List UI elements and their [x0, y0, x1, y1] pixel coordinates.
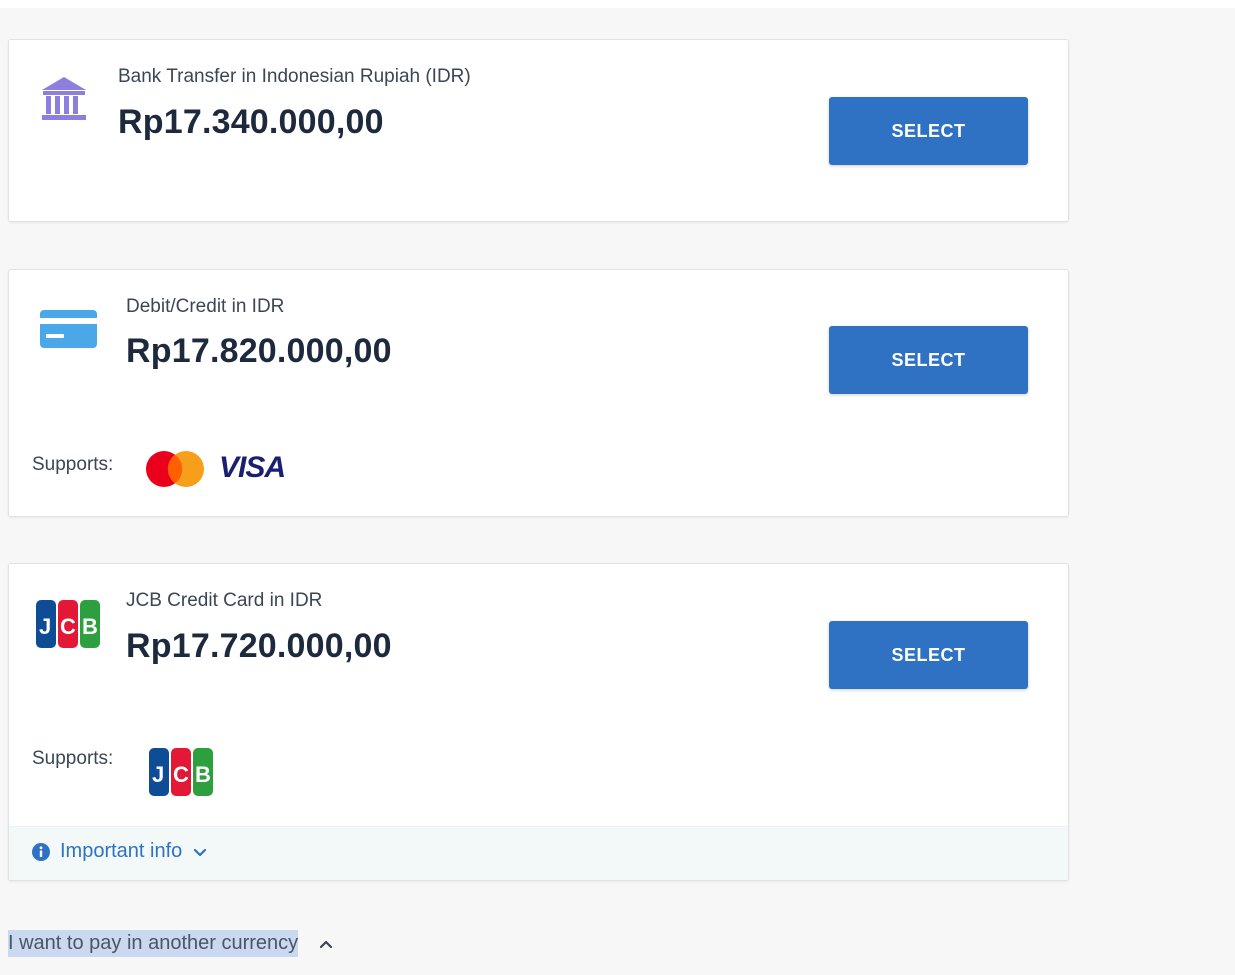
jcb-logo: J C B: [149, 748, 213, 796]
credit-card-icon: [40, 310, 97, 348]
payment-price: Rp17.340.000,00: [118, 103, 384, 141]
select-button-bank-transfer[interactable]: SELECT: [829, 97, 1028, 165]
svg-text:B: B: [195, 762, 211, 787]
payment-price: Rp17.820.000,00: [126, 332, 392, 370]
payment-price: Rp17.720.000,00: [126, 627, 392, 665]
payment-option-bank-transfer: Bank Transfer in Indonesian Rupiah (IDR)…: [8, 39, 1069, 222]
important-info-toggle[interactable]: Important info: [32, 840, 208, 863]
supports-label: Supports:: [32, 454, 114, 475]
important-info-bar: Important info: [9, 826, 1068, 880]
supports-label: Supports:: [32, 748, 114, 769]
chevron-down-icon: [192, 844, 208, 860]
payment-option-jcb: J C B JCB Credit Card in IDR Rp17.720.00…: [8, 563, 1069, 881]
payment-method-label: Bank Transfer in Indonesian Rupiah (IDR): [118, 66, 471, 87]
svg-text:C: C: [173, 762, 189, 787]
payment-method-label: Debit/Credit in IDR: [126, 296, 285, 317]
visa-logo: VISA: [219, 451, 286, 484]
payment-option-debit-credit: Debit/Credit in IDR Rp17.820.000,00 SELE…: [8, 269, 1069, 517]
chevron-up-icon: [318, 936, 334, 952]
svg-text:C: C: [60, 614, 76, 639]
other-currency-label: I want to pay in another currency: [8, 930, 299, 957]
svg-text:J: J: [39, 614, 51, 639]
info-icon: [32, 842, 50, 861]
svg-text:B: B: [82, 614, 98, 639]
select-button-jcb[interactable]: SELECT: [829, 621, 1028, 689]
other-currency-toggle[interactable]: I want to pay in another currency: [8, 930, 334, 957]
important-info-label: Important info: [60, 840, 183, 862]
svg-text:J: J: [152, 762, 164, 787]
top-strip: [0, 0, 1235, 8]
mastercard-logo: [145, 450, 205, 488]
jcb-icon: J C B: [36, 600, 100, 648]
select-button-debit-credit[interactable]: SELECT: [829, 326, 1028, 394]
payment-method-label: JCB Credit Card in IDR: [126, 590, 323, 611]
bank-icon: [40, 75, 88, 123]
